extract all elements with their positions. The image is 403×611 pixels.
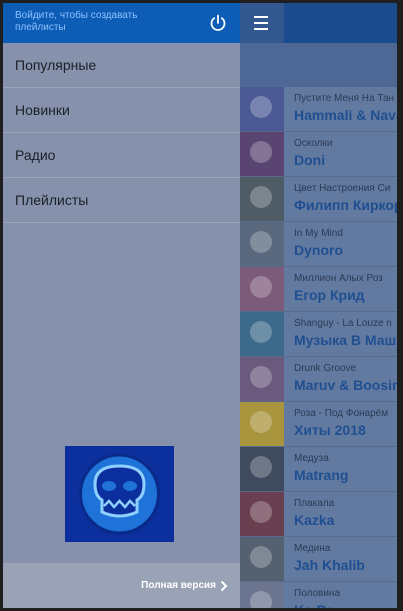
menu-item-label: Плейлисты [15,192,89,208]
album-cover-icon [240,267,284,311]
track-row[interactable]: Медуза Matrang [240,447,397,492]
navigation-drawer: Войдите, чтобы создавать плейлисты Попул… [3,3,240,608]
track-title: Осколки [294,138,333,149]
track-row[interactable]: Пустите Меня На Тан Hammali & Nava [240,87,397,132]
full-version-link[interactable]: Полная версия [3,563,240,608]
track-title: Миллион Алых Роз [294,273,383,284]
track-title: Медуза [294,453,329,464]
track-artist: Егор Крид [294,287,365,303]
album-cover-icon [240,537,284,581]
album-cover-icon [240,132,284,176]
track-artist: Maruv & Boosin [294,377,397,393]
track-row[interactable]: Миллион Алых Роз Егор Крид [240,267,397,312]
track-title: Цвет Настроения Си [294,183,391,194]
track-row[interactable]: In My Mind Dynoro [240,222,397,267]
app-logo [65,446,174,542]
track-row[interactable]: Drunk Groove Maruv & Boosin [240,357,397,402]
hamburger-icon-bar [254,22,268,24]
chevron-right-icon [220,580,228,592]
menu-item-new[interactable]: Новинки [3,88,240,133]
track-row[interactable]: Shanguy - La Louze n Музыка В Маш [240,312,397,357]
menu-item-label: Радио [15,147,56,163]
track-artist: Хиты 2018 [294,422,366,438]
track-artist: Jah Khalib [294,557,365,573]
track-row[interactable]: Плакала Kazka [240,492,397,537]
hamburger-icon-bar [254,28,268,30]
menu-toggle-button[interactable] [240,3,284,43]
track-artist: Музыка В Маш [294,332,397,348]
album-cover-icon [240,312,284,356]
menu-item-radio[interactable]: Радио [3,133,240,178]
track-artist: Doni [294,152,326,168]
menu-item-playlists[interactable]: Плейлисты [3,178,240,223]
login-bar[interactable]: Войдите, чтобы создавать плейлисты [3,3,240,43]
album-cover-icon [240,177,284,221]
track-artist: Hammali & Nava [294,107,397,123]
track-row[interactable]: Цвет Настроения Си Филипп Киркор [240,177,397,222]
track-artist: Kazka [294,512,335,528]
track-title: Drunk Groove [294,363,357,374]
track-title: Половина [294,588,341,599]
menu-item-label: Новинки [15,102,70,118]
hamburger-icon-bar [254,16,268,18]
track-title: Плакала [294,498,335,509]
track-row[interactable]: Половина Ka-Re [240,582,397,608]
track-artist: Dynoro [294,242,343,258]
login-prompt[interactable]: Войдите, чтобы создавать плейлисты [15,10,185,34]
album-cover-icon [240,492,284,536]
menu-item-label: Популярные [15,57,97,73]
album-cover-icon [240,222,284,266]
album-cover-icon [240,447,284,491]
album-cover-icon [240,582,284,608]
track-row[interactable]: Роза - Под Фонарём Хиты 2018 [240,402,397,447]
track-title: In My Mind [294,228,343,239]
track-artist: Matrang [294,467,349,483]
track-title: Медина [294,543,331,554]
track-title: Пустите Меня На Тан [294,93,395,104]
album-cover-icon [240,87,284,131]
track-row[interactable]: Осколки Doni [240,132,397,177]
album-cover-icon [240,402,284,446]
track-artist: Ka-Re [294,602,397,608]
album-cover-icon [240,357,284,401]
track-row[interactable]: Медина Jah Khalib [240,537,397,582]
skull-logo-icon [79,453,160,535]
track-artist: Филипп Киркор [294,197,397,213]
track-title: Роза - Под Фонарём [294,408,389,419]
track-list: Пустите Меня На Тан Hammali & Nava Осколки… [240,87,397,608]
screen: Пустите Меня На Тан Hammali & Nava Осколки… [3,3,397,608]
power-icon[interactable] [208,13,228,33]
menu-item-popular[interactable]: Популярные [3,43,240,88]
full-version-label: Полная версия [141,580,216,591]
track-title: Shanguy - La Louze n [294,318,392,329]
